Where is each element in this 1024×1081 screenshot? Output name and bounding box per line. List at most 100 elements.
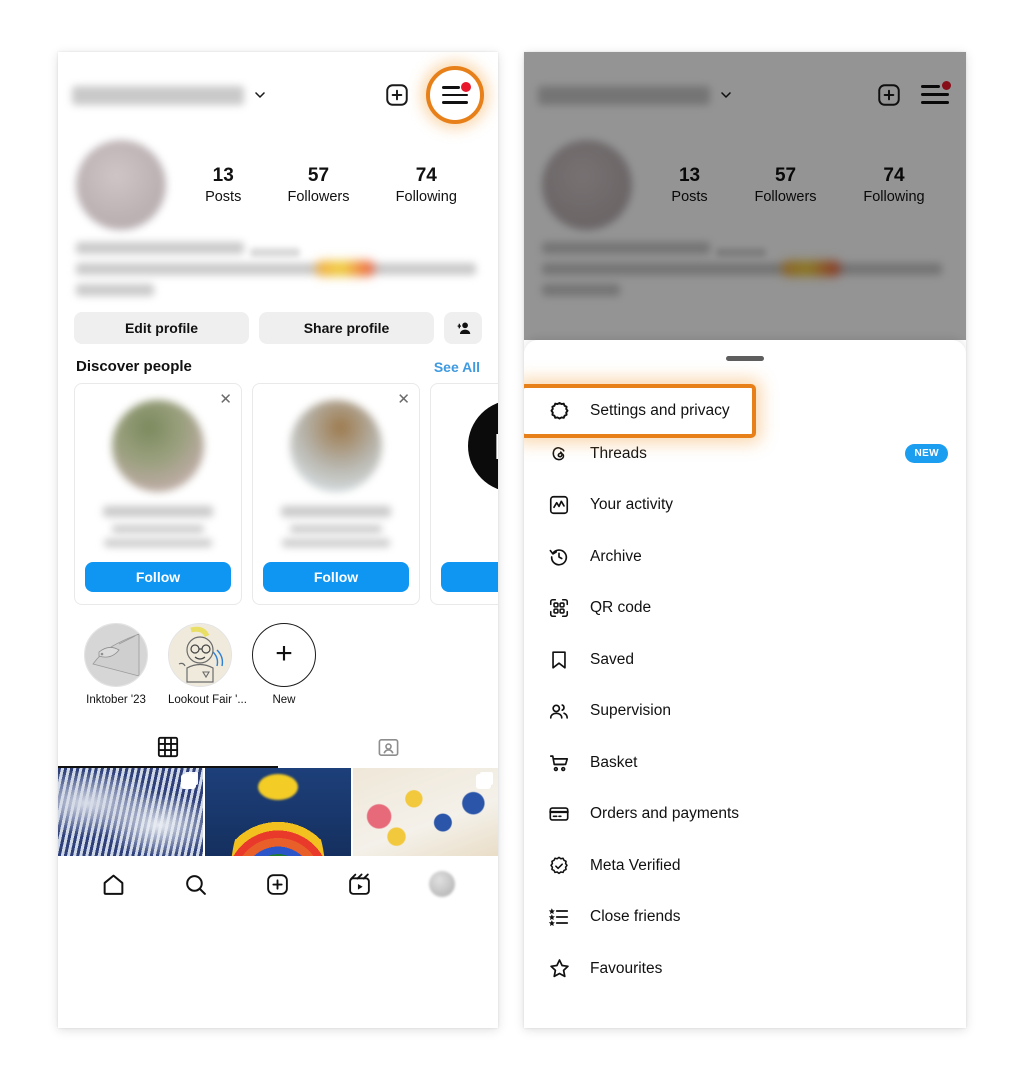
menu-button-highlight[interactable] <box>426 66 484 124</box>
screenshot-stage: 13 Posts 57 Followers 74 Following Edit … <box>0 0 1024 1081</box>
grid-icon <box>157 736 179 758</box>
bookmark-icon <box>546 647 572 673</box>
close-icon[interactable]: ✕ <box>397 392 410 407</box>
menu-item-saved[interactable]: Saved <box>524 634 966 686</box>
discover-people-carousel[interactable]: ✕ Follow ✕ Follow Architect Fa <box>58 383 498 605</box>
suggested-avatar <box>290 400 382 492</box>
stat-posts[interactable]: 13 Posts <box>205 165 241 205</box>
menu-item-settings-and-privacy[interactable]: Settings and privacy <box>524 384 756 438</box>
profile-stats: 13 Posts 57 Followers 74 Following <box>182 165 480 205</box>
left-phone-screen: 13 Posts 57 Followers 74 Following Edit … <box>58 52 498 1028</box>
menu-item-orders-and-payments[interactable]: Orders and payments <box>524 789 966 841</box>
verified-badge-icon <box>546 853 572 879</box>
modal-scrim[interactable] <box>524 52 966 340</box>
nav-profile-button[interactable] <box>429 871 456 897</box>
archive-clock-icon <box>546 544 572 570</box>
profile-bio-redacted <box>58 230 498 296</box>
profile-summary-row: 13 Posts 57 Followers 74 Following <box>58 138 498 230</box>
right-phone-screen: 13 Posts 57 Followers 74 Following Threa… <box>524 52 966 1028</box>
chevron-down-icon <box>255 92 265 98</box>
avatar-big-text: Fa <box>494 426 498 468</box>
menu-item-meta-verified[interactable]: Meta Verified <box>524 840 966 892</box>
edit-profile-button[interactable]: Edit profile <box>74 312 249 344</box>
dimmed-profile-background: 13 Posts 57 Followers 74 Following <box>524 52 966 340</box>
story-highlights-row: Inktober '23 Lookout Fair '... + New <box>58 605 498 706</box>
shopping-basket-icon <box>546 750 572 776</box>
discover-people-header: Discover people See All <box>58 344 498 383</box>
bottom-navigation-bar <box>58 856 498 912</box>
menu-item-label: Threads <box>590 444 647 462</box>
bio-name-redacted <box>76 242 244 254</box>
profile-tabs <box>58 726 498 768</box>
nav-search-button[interactable] <box>183 872 208 897</box>
highlight-caption: Lookout Fair '... <box>168 694 247 706</box>
nav-home-button[interactable] <box>101 872 126 897</box>
highlight-thumbnail-icon <box>169 624 231 686</box>
add-post-button[interactable] <box>382 80 412 110</box>
stat-following[interactable]: 74 Following <box>396 165 457 205</box>
nav-create-button[interactable] <box>265 872 290 897</box>
username-switcher[interactable] <box>72 85 268 105</box>
stat-followers[interactable]: 57 Followers <box>287 165 349 205</box>
discover-card[interactable]: ✕ Follow <box>252 383 420 605</box>
suggested-name-redacted <box>103 506 213 517</box>
username-text-redacted <box>72 85 244 105</box>
post-thumbnail[interactable] <box>205 768 351 856</box>
suggested-name-redacted <box>281 506 391 517</box>
menu-item-label: Meta Verified <box>590 856 681 874</box>
menu-item-label: Saved <box>590 650 634 668</box>
credit-card-icon <box>546 801 572 827</box>
menu-item-supervision[interactable]: Supervision <box>524 686 966 738</box>
plus-box-icon <box>386 84 408 106</box>
profile-top-bar <box>58 52 498 138</box>
tab-posts-grid[interactable] <box>58 726 278 768</box>
suggested-avatar <box>112 400 204 492</box>
avatar[interactable] <box>76 140 166 230</box>
menu-item-qr-code[interactable]: QR code <box>524 583 966 635</box>
discover-card[interactable]: ✕ Follow <box>74 383 242 605</box>
follow-button[interactable]: Follow <box>85 562 231 592</box>
multi-post-icon <box>181 774 197 789</box>
sheet-drag-handle[interactable] <box>726 356 764 361</box>
posts-count: 13 <box>212 165 234 187</box>
post-thumbnail[interactable] <box>352 768 498 856</box>
close-icon[interactable]: ✕ <box>219 392 232 407</box>
menu-item-archive[interactable]: Archive <box>524 531 966 583</box>
discover-people-button[interactable] <box>444 312 482 344</box>
menu-item-label: Close friends <box>590 908 681 926</box>
menu-item-favourites[interactable]: Favourites <box>524 943 966 995</box>
discover-people-title: Discover people <box>76 358 192 375</box>
activity-chart-icon <box>546 492 572 518</box>
plus-icon: + <box>275 636 293 670</box>
settings-gear-icon <box>546 398 572 424</box>
follow-button[interactable]: Fo <box>441 562 498 592</box>
suggested-avatar: Architect Fa <box>468 400 498 492</box>
nav-reels-button[interactable] <box>347 872 372 897</box>
reels-icon <box>349 873 370 895</box>
highlight-lookout-fair[interactable]: Lookout Fair '... <box>168 623 247 706</box>
posts-grid <box>58 768 498 856</box>
highlight-caption: Inktober '23 <box>86 694 146 706</box>
qr-code-icon <box>546 595 572 621</box>
share-profile-button[interactable]: Share profile <box>259 312 434 344</box>
highlight-inktober[interactable]: Inktober '23 <box>84 623 148 706</box>
discover-card[interactable]: Architect Fa Fát Follo Fo <box>430 383 498 605</box>
rainbow-shape <box>229 786 326 856</box>
menu-item-basket[interactable]: Basket <box>524 737 966 789</box>
tab-tagged[interactable] <box>278 726 498 768</box>
hamburger-menu-icon <box>442 82 471 105</box>
add-person-icon <box>457 321 470 334</box>
follow-button[interactable]: Follow <box>263 562 409 592</box>
suggested-reason-redacted <box>104 539 212 547</box>
menu-item-label: Basket <box>590 753 638 771</box>
highlight-new-button[interactable]: + New <box>252 623 316 706</box>
highlight-cover <box>168 623 232 687</box>
menu-item-close-friends[interactable]: Close friends <box>524 892 966 944</box>
threads-icon <box>546 441 572 467</box>
post-thumbnail[interactable] <box>58 768 204 856</box>
following-label: Following <box>395 188 457 205</box>
followers-label: Followers <box>287 188 350 205</box>
see-all-link[interactable]: See All <box>434 359 480 375</box>
bio-emoji <box>316 261 374 276</box>
menu-item-your-activity[interactable]: Your activity <box>524 480 966 532</box>
